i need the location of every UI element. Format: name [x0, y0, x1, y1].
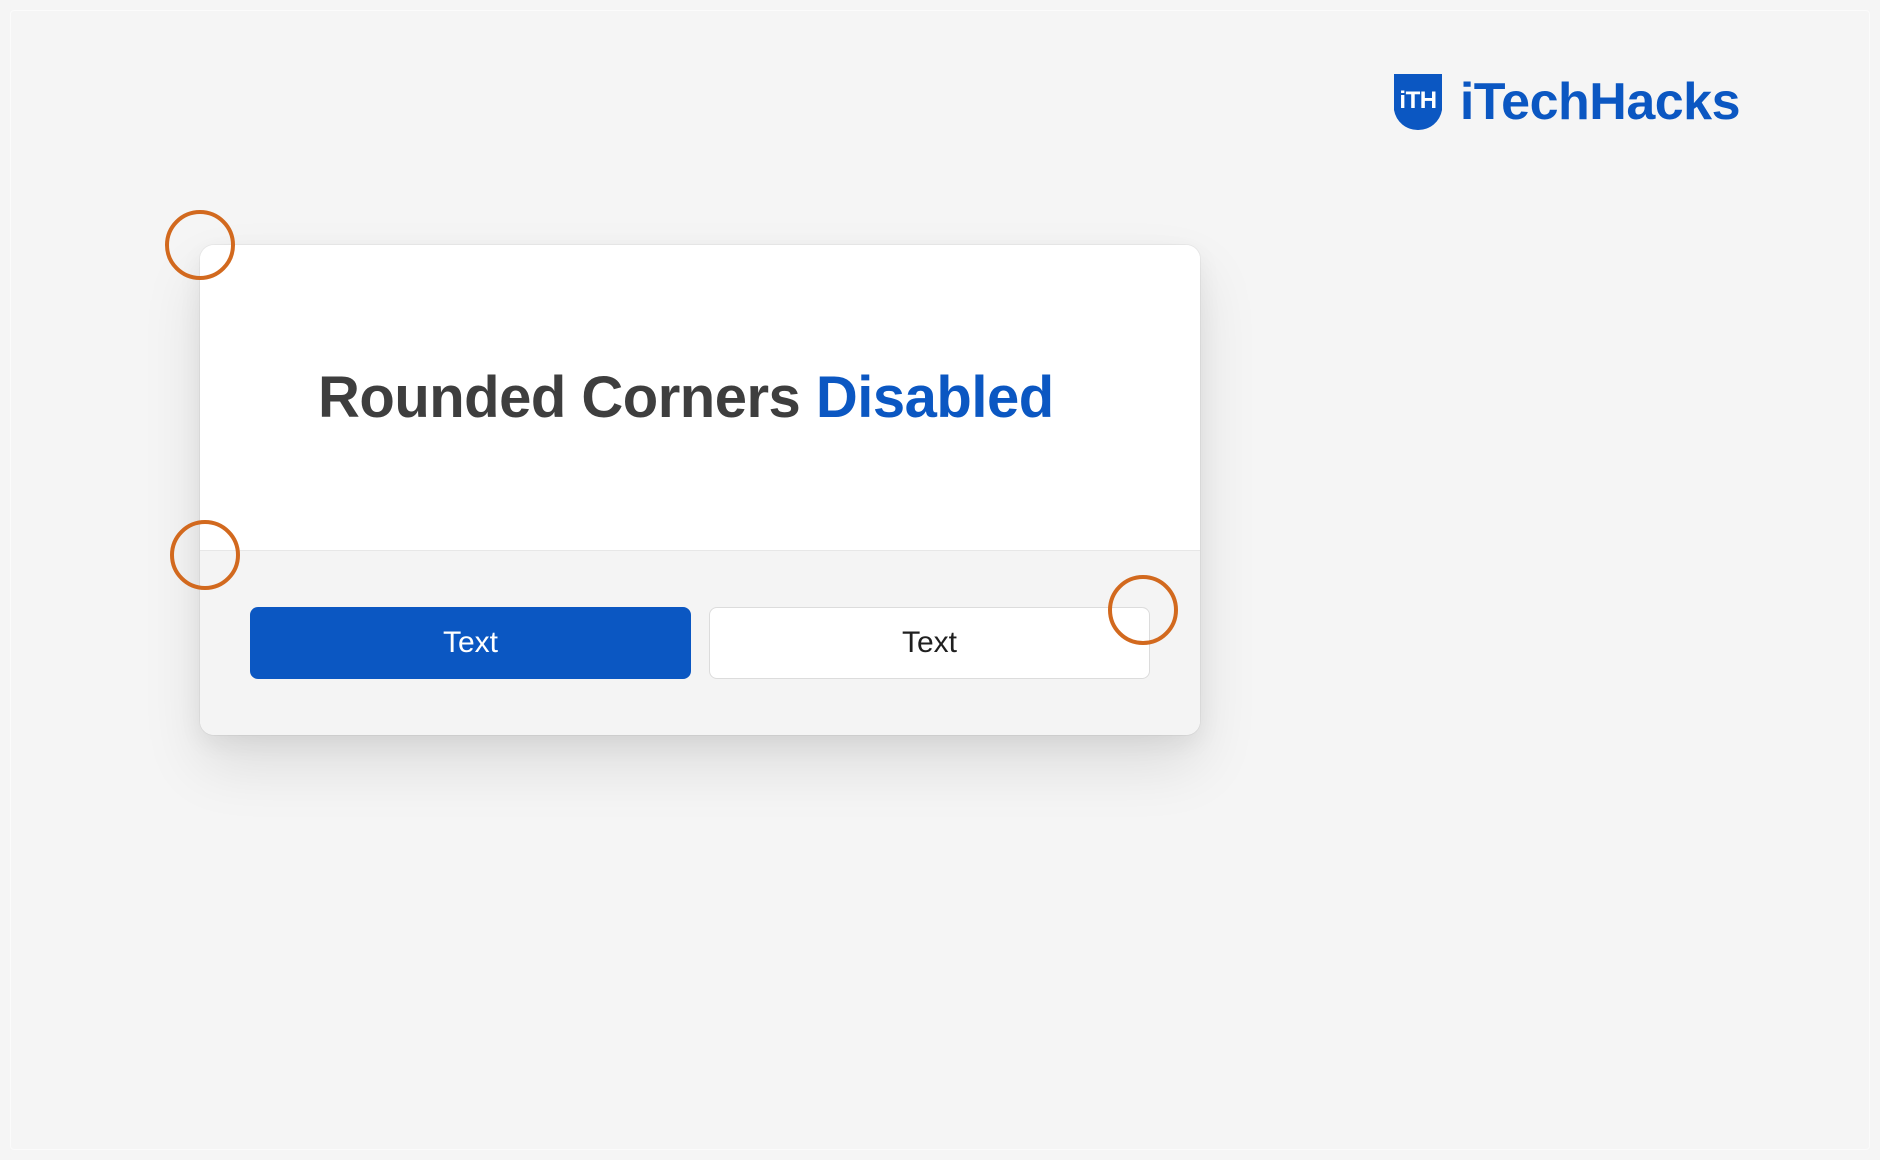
dialog-title-main: Rounded Corners: [318, 365, 816, 430]
dialog-footer: Text Text: [200, 550, 1200, 735]
svg-text:iTH: iTH: [1399, 87, 1436, 114]
itechhacks-logo-icon: iTH: [1386, 70, 1450, 134]
dialog-title-accent: Disabled: [816, 365, 1054, 430]
primary-button[interactable]: Text: [250, 607, 691, 679]
dialog-card: Rounded Corners Disabled Text Text: [200, 245, 1200, 735]
secondary-button[interactable]: Text: [709, 607, 1150, 679]
brand-name: iTechHacks: [1460, 76, 1740, 128]
dialog-body: Rounded Corners Disabled: [200, 245, 1200, 550]
dialog-title: Rounded Corners Disabled: [318, 364, 1054, 431]
brand-watermark: iTH iTechHacks: [1386, 70, 1740, 134]
